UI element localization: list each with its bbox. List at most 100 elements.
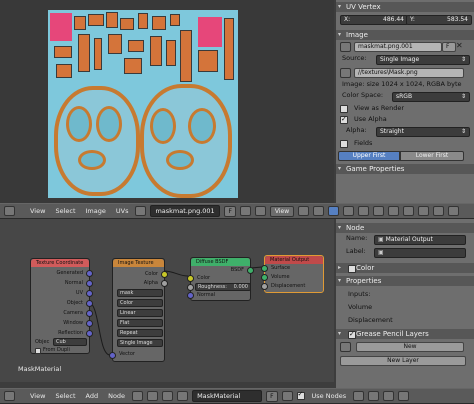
diffuse-bsdf-node[interactable]: Diffuse BSDF BSDF Color Roughness: 0.000… bbox=[187, 257, 254, 301]
menu-node[interactable]: Node bbox=[105, 392, 128, 400]
view-as-render-row[interactable]: View as Render bbox=[336, 103, 474, 114]
proportional-edit-icon[interactable] bbox=[403, 206, 415, 216]
uv-vertex-header[interactable]: UV Vertex bbox=[336, 2, 474, 12]
socket-vector-in[interactable] bbox=[109, 352, 116, 359]
fields-row[interactable]: Fields bbox=[336, 138, 474, 149]
node-label-field[interactable]: ▣ bbox=[374, 248, 466, 258]
shader-type-icon[interactable] bbox=[132, 391, 144, 401]
socket-window[interactable] bbox=[86, 320, 93, 327]
snap-icon[interactable] bbox=[418, 206, 430, 216]
unlink-x-icon[interactable]: ✕ bbox=[456, 40, 463, 51]
pivot-icon[interactable] bbox=[298, 206, 310, 216]
material-fake-user-button[interactable]: F bbox=[266, 390, 278, 402]
image-name-field[interactable]: maskmat.png.001 bbox=[354, 42, 442, 52]
menu-select[interactable]: Select bbox=[52, 207, 78, 215]
socket-alpha-out[interactable] bbox=[161, 280, 168, 287]
view-as-render-checkbox[interactable] bbox=[340, 105, 348, 113]
socket-object[interactable] bbox=[86, 300, 93, 307]
select-edge-icon[interactable] bbox=[343, 206, 355, 216]
image-slot-icon[interactable] bbox=[254, 206, 266, 216]
socket-surface-in[interactable] bbox=[261, 265, 268, 272]
menu-select[interactable]: Select bbox=[52, 392, 78, 400]
socket-color-in[interactable] bbox=[187, 275, 194, 282]
new-layer-button[interactable]: New Layer bbox=[340, 356, 466, 366]
image-editor-viewport[interactable] bbox=[0, 0, 334, 203]
image-section-header[interactable]: Image bbox=[336, 30, 474, 40]
select-face-icon[interactable] bbox=[358, 206, 370, 216]
socket-reflection[interactable] bbox=[86, 330, 93, 337]
from-dupli-checkbox[interactable] bbox=[35, 348, 41, 354]
color-checkbox[interactable] bbox=[348, 265, 356, 273]
pencil-icon[interactable] bbox=[340, 342, 351, 352]
lower-first-toggle[interactable]: Lower First bbox=[400, 151, 464, 161]
paste-icon[interactable] bbox=[383, 391, 395, 401]
source-dropdown[interactable]: Single Image bbox=[117, 339, 163, 347]
object-icon[interactable] bbox=[147, 391, 159, 401]
use-alpha-row[interactable]: Use Alpha bbox=[336, 114, 474, 125]
backdrop-icon[interactable] bbox=[398, 391, 410, 401]
use-nodes-checkbox[interactable] bbox=[296, 390, 305, 400]
editor-type-icon[interactable] bbox=[4, 391, 15, 401]
socket-volume-in[interactable] bbox=[261, 274, 268, 281]
menu-view[interactable]: View bbox=[27, 207, 48, 215]
channels-icon[interactable] bbox=[448, 206, 460, 216]
menu-add[interactable]: Add bbox=[83, 392, 102, 400]
socket-uv[interactable] bbox=[86, 290, 93, 297]
sync-icon[interactable] bbox=[313, 206, 325, 216]
socket-color-out[interactable] bbox=[161, 271, 168, 278]
add-material-icon[interactable] bbox=[281, 391, 293, 401]
header-fake-user-button[interactable]: F bbox=[224, 205, 236, 217]
socket-roughness-in[interactable] bbox=[187, 284, 194, 291]
properties-section-header[interactable]: Properties bbox=[336, 276, 474, 286]
color-space-dropdown[interactable]: sRGB ⇕ bbox=[392, 92, 470, 102]
world-icon[interactable] bbox=[162, 391, 174, 401]
texture-coordinate-node[interactable]: Texture Coordinate Generated Normal UV O… bbox=[30, 258, 93, 354]
node-name-field[interactable]: ▣ Material Output bbox=[374, 235, 466, 245]
game-properties-header[interactable]: Game Properties bbox=[336, 164, 474, 174]
source-dropdown[interactable]: Single Image ⇕ bbox=[376, 55, 470, 65]
image-browse-icon[interactable] bbox=[135, 206, 147, 216]
interpolation-dropdown[interactable]: Linear bbox=[117, 309, 163, 317]
menu-uvs[interactable]: UVs bbox=[113, 207, 132, 215]
image-browse-icon[interactable] bbox=[340, 42, 351, 52]
filepath-field[interactable]: //textures\Mask.png bbox=[354, 68, 464, 78]
socket-camera[interactable] bbox=[86, 310, 93, 317]
extension-dropdown[interactable]: Repeat bbox=[117, 329, 163, 337]
grease-pencil-checkbox[interactable] bbox=[348, 329, 356, 339]
upper-first-toggle[interactable]: Upper First bbox=[338, 151, 400, 161]
node-editor-canvas[interactable]: Texture Coordinate Generated Normal UV O… bbox=[0, 219, 334, 382]
projection-dropdown[interactable]: Flat bbox=[117, 319, 163, 327]
socket-normal-in[interactable] bbox=[187, 292, 194, 299]
fake-user-button[interactable]: F bbox=[442, 42, 456, 52]
color-section-header[interactable]: Color bbox=[336, 263, 474, 273]
select-vertex-icon[interactable] bbox=[328, 206, 340, 216]
header-image-name-field[interactable]: maskmat.png.001 bbox=[150, 205, 221, 217]
new-gpencil-button[interactable]: New bbox=[356, 342, 464, 352]
view-mode-dropdown[interactable]: View bbox=[269, 205, 295, 217]
image-texture-node[interactable]: Image Texture Color Alpha mask Color Lin… bbox=[109, 258, 168, 362]
node-section-header[interactable]: Node bbox=[336, 223, 474, 233]
menu-image[interactable]: Image bbox=[83, 207, 109, 215]
alpha-mode-dropdown[interactable]: Straight ⇕ bbox=[376, 127, 470, 137]
texture-image-field[interactable]: mask bbox=[117, 289, 163, 297]
menu-view[interactable]: View bbox=[27, 392, 48, 400]
object-field[interactable]: Cub bbox=[53, 338, 87, 346]
editor-type-icon[interactable] bbox=[4, 206, 15, 216]
material-browse-icon[interactable] bbox=[177, 391, 189, 401]
socket-generated[interactable] bbox=[86, 270, 93, 277]
socket-displacement-in[interactable] bbox=[261, 283, 268, 290]
fields-checkbox[interactable] bbox=[340, 140, 348, 148]
uv-texture-image[interactable] bbox=[48, 10, 238, 198]
material-name-field[interactable]: MaskMaterial bbox=[192, 390, 263, 402]
select-island-icon[interactable] bbox=[373, 206, 385, 216]
socket-bsdf-out[interactable] bbox=[247, 267, 254, 274]
roughness-field[interactable]: Roughness: 0.000 bbox=[195, 283, 251, 291]
color-dropdown[interactable]: Color bbox=[117, 299, 163, 307]
copy-icon[interactable] bbox=[368, 391, 380, 401]
pin-icon[interactable] bbox=[239, 206, 251, 216]
uv-x-field[interactable]: X: 486.44 bbox=[340, 15, 408, 25]
uv-y-field[interactable]: Y: 583.54 bbox=[406, 15, 472, 25]
uv-paint-icon[interactable] bbox=[433, 206, 445, 216]
grease-pencil-header[interactable]: Grease Pencil Layers bbox=[336, 329, 474, 339]
sticky-select-icon[interactable] bbox=[388, 206, 400, 216]
